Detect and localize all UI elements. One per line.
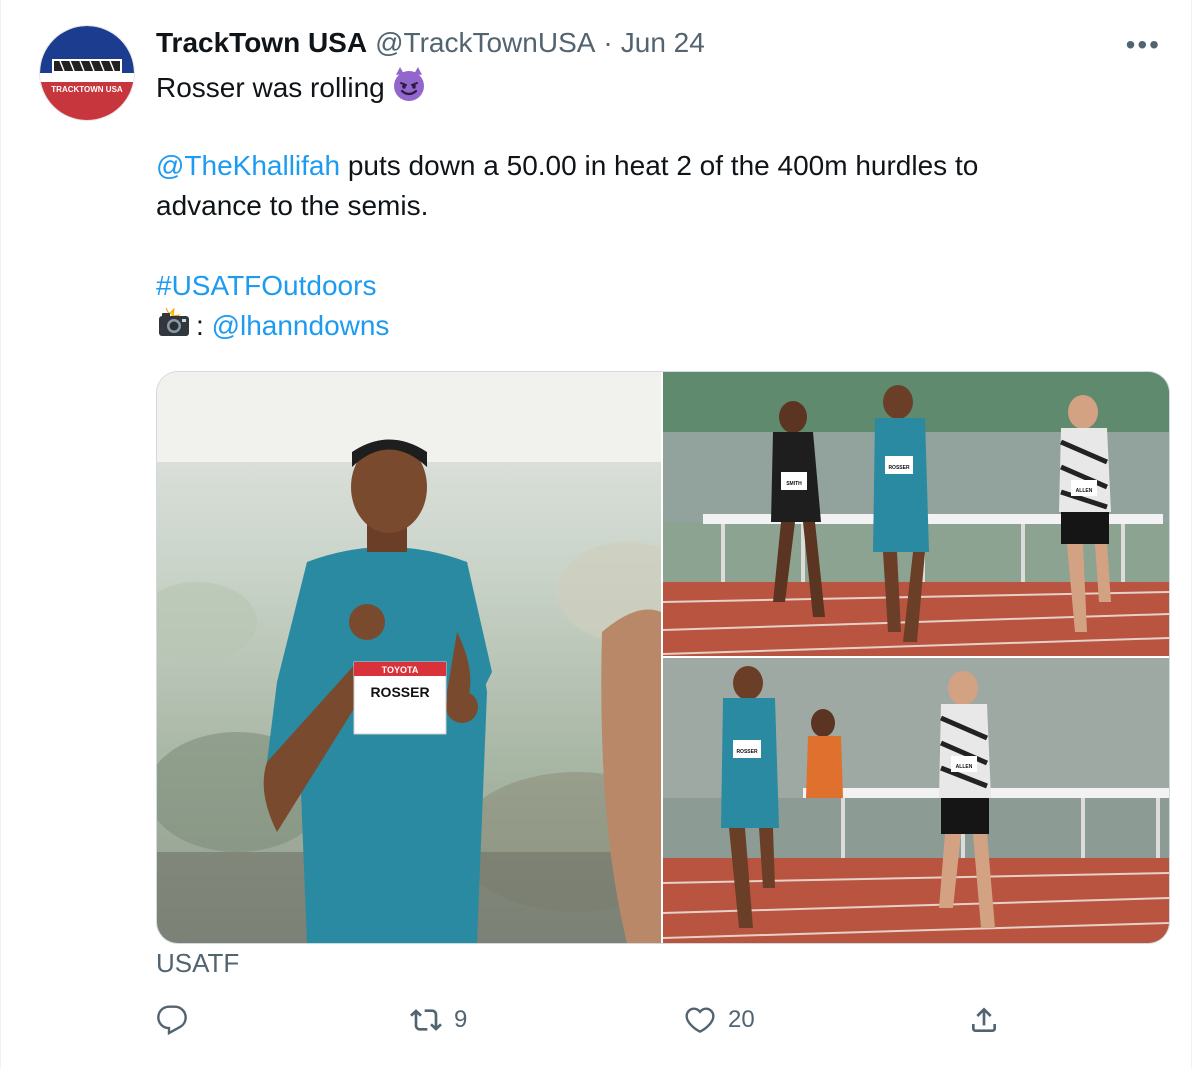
retweet-icon — [410, 1009, 442, 1031]
tweet-text: Rosser was rolling @TheKhallifah puts do… — [156, 66, 1136, 346]
bib-name-top-left: SMITH — [786, 481, 802, 487]
bib-name-top-mid: ROSSER — [888, 465, 910, 471]
like-button[interactable]: 20 — [684, 1004, 755, 1036]
bib-name-bottom-left: ROSSER — [736, 749, 758, 755]
like-count: 20 — [728, 1006, 755, 1033]
smiling-devil-emoji-icon — [391, 66, 427, 113]
photo-top-right[interactable]: SMITH ROSSER ALLEN — [663, 372, 1169, 656]
share-icon — [972, 1007, 996, 1032]
mention-lhanndowns[interactable]: @lhanndowns — [212, 310, 390, 341]
svg-text:TRACKTOWN USA: TRACKTOWN USA — [51, 85, 123, 94]
hashtag-usatfoutdoors[interactable]: #USATFOutdoors — [156, 270, 376, 301]
more-options-icon[interactable]: ••• — [1126, 29, 1161, 61]
user-handle[interactable]: @TrackTownUSA — [375, 27, 595, 59]
text-line-2: @TheKhallifah puts down a 50.00 in heat … — [156, 146, 1136, 186]
reply-button[interactable] — [156, 1004, 200, 1036]
text-rosser-rolling: Rosser was rolling — [156, 71, 385, 103]
media-caption[interactable]: USATF — [156, 948, 239, 979]
camera-flash-emoji-icon — [156, 306, 192, 349]
reply-icon — [157, 1005, 187, 1036]
media-grid: TOYOTA ROSSER SMITH ROSSER ALLEN ROSSER … — [156, 371, 1170, 944]
photo-main[interactable]: TOYOTA ROSSER — [157, 372, 661, 943]
text-result: puts down a 50.00 in heat 2 of the 400m … — [340, 150, 979, 181]
bib-name-main: ROSSER — [370, 684, 429, 700]
tweet-date[interactable]: Jun 24 — [621, 27, 705, 59]
retweet-count: 9 — [454, 1006, 468, 1033]
tweet-header: TrackTown USA @TrackTownUSA · Jun 24 — [156, 26, 705, 60]
display-name[interactable]: TrackTown USA — [156, 27, 367, 59]
retweet-button[interactable]: 9 — [410, 1004, 467, 1036]
like-icon — [685, 1007, 715, 1033]
bib-name-top-right: ALLEN — [1076, 488, 1093, 494]
separator-dot: · — [603, 27, 613, 58]
text-line-1: Rosser was rolling — [156, 66, 1136, 106]
tweet-actions: 9 20 — [156, 1004, 1056, 1048]
text-line-hashtag: #USATFOutdoors — [156, 266, 1136, 306]
share-button[interactable] — [968, 1004, 1000, 1036]
tweet-card[interactable]: TRACKTOWN USA TrackTown USA @TrackTownUS… — [0, 0, 1192, 1068]
credit-colon: : — [196, 310, 204, 341]
text-line-3: advance to the semis. — [156, 190, 429, 221]
bib-brand: TOYOTA — [382, 665, 419, 675]
mention-thekhallifah[interactable]: @TheKhallifah — [156, 150, 340, 181]
text-line-credit: : @lhanndowns — [156, 306, 1136, 346]
avatar[interactable]: TRACKTOWN USA — [39, 25, 135, 121]
bib-name-bottom-right: ALLEN — [956, 764, 973, 770]
photo-bottom-right[interactable]: ROSSER ALLEN — [663, 658, 1169, 943]
